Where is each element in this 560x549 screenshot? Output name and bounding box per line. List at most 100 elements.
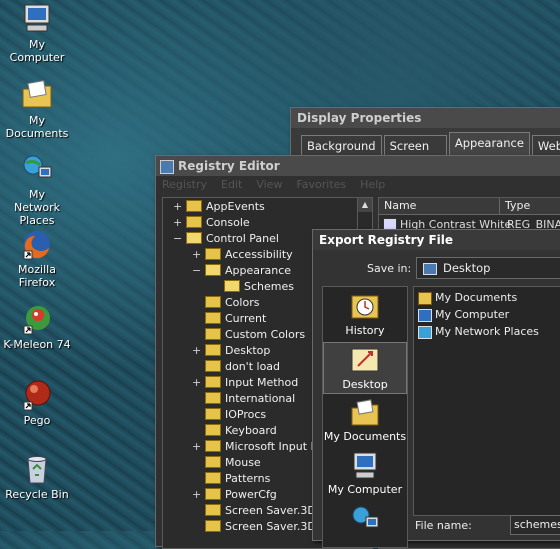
tree-node[interactable]: Custom Colors [192,327,305,343]
place-label: My Computer [327,483,403,496]
tree-node[interactable]: − Appearance [192,263,291,279]
menu-edit[interactable]: Edit [221,176,242,194]
k-meleon-icon [21,303,53,335]
tree-node[interactable]: Screen Saver.3DF [192,519,322,535]
desktop-icon-label: My Documents [5,114,69,140]
save-in-dropdown[interactable]: Desktop [416,257,560,279]
folder-icon [186,200,202,212]
list-item[interactable]: My Computer [418,307,509,323]
place-desktop[interactable]: Desktop [323,342,407,394]
desktop-icon-mozilla-firefox[interactable]: Mozilla Firefox [0,228,74,289]
file-name-input[interactable]: schemes [510,515,560,535]
tree-node[interactable]: don't load [192,359,280,375]
menu-view[interactable]: View [256,176,282,194]
folder-icon [205,296,221,308]
tab-appearance[interactable]: Appearance [448,132,530,156]
desktop-icon-my-network-places[interactable]: My Network Places [0,153,74,227]
folder-open-icon [205,264,221,276]
desktop-icon-label: Mozilla Firefox [18,263,56,289]
tab-background[interactable]: Background [301,135,382,156]
folder-documents-icon [21,79,53,111]
regedit-icon [160,159,174,174]
desktop-icon-my-documents[interactable]: My Documents [0,79,74,140]
tree-node[interactable]: + AppEvents [173,199,265,215]
list-item[interactable]: My Documents [418,290,517,306]
place-my-network-places[interactable] [323,501,407,541]
computer-icon [21,3,53,35]
tab-screen-saver[interactable]: Screen Saver [383,135,447,169]
pego-icon [21,379,53,411]
folder-icon [205,504,221,516]
desktop-icon [350,346,380,376]
tree-node[interactable]: Mouse [192,455,261,471]
desktop-icon-label: Pego [23,414,51,427]
folder-icon [205,344,221,356]
desktop-icon-recycle-bin[interactable]: Recycle Bin [0,453,74,501]
folder-icon [186,216,202,228]
place-history[interactable]: History [323,289,407,339]
tree-node[interactable]: Patterns [192,471,270,487]
menu-help[interactable]: Help [360,176,385,194]
folder-icon [205,312,221,324]
folder-icon [205,424,221,436]
dialog-title[interactable]: Export Registry File [313,230,560,250]
firefox-icon [21,228,53,260]
desktop-icon-label: My Network Places [14,188,60,227]
tab-strip: Background Screen Saver Appearance Web [301,132,560,169]
window-title[interactable]: Registry Editor [156,156,560,176]
desktop-icon-label: K-Meleon 74 [3,338,71,351]
folder-icon [205,520,221,532]
folder-icon [205,488,221,500]
window-title[interactable]: Display Properties [291,108,560,128]
network-icon [350,504,380,534]
folder-icon [205,360,221,372]
menu-favorites[interactable]: Favorites [296,176,346,194]
file-list: My Documents My Computer My Network Plac… [413,286,560,516]
tree-node[interactable]: Keyboard [192,423,277,439]
recycle-bin-icon [21,453,53,485]
tree-node[interactable]: − Control Panel [173,231,279,247]
desktop-icon-label: My Computer [9,38,65,64]
window-title-text: Registry Editor [178,159,280,173]
scroll-up-arrow-icon[interactable]: ▲ [358,198,372,212]
place-my-documents[interactable]: My Documents [323,395,407,445]
menu-bar: Registry Edit View Favorites Help [156,176,560,194]
folder-icon [205,472,221,484]
tree-node[interactable]: + PowerCfg [192,487,277,503]
tree-node[interactable]: + Console [173,215,250,231]
tree-node[interactable]: + Input Method [192,375,298,391]
tree-node[interactable]: Schemes [211,279,294,295]
tree-node[interactable]: + Microsoft Input D [192,439,319,455]
folder-icon [205,376,221,388]
desktop-icon-pego[interactable]: Pego [0,379,74,427]
folder-documents-icon [350,398,380,428]
tab-web[interactable]: Web [531,135,560,156]
folder-open-icon [224,280,240,292]
menu-registry[interactable]: Registry [162,176,207,194]
export-registry-file-dialog: Export Registry File Save in: Desktop Hi… [312,229,560,548]
tree-node[interactable]: + Desktop [192,343,270,359]
tree-node[interactable]: Screen Saver.3DF [192,503,322,519]
folder-icon [205,408,221,420]
tree-node[interactable]: Current [192,311,266,327]
tree-node[interactable]: Colors [192,295,259,311]
desktop-icon-k-meleon[interactable]: K-Meleon 74 [0,303,74,351]
folder-icon [205,456,221,468]
desktop-icon [423,262,437,275]
tree-node[interactable]: + Accessibility [192,247,293,263]
places-bar: History Desktop My Documents My Computer [322,286,408,548]
place-my-computer[interactable]: My Computer [323,448,407,498]
list-item[interactable]: My Network Places [418,324,539,340]
desktop-icon-my-computer[interactable]: My Computer [0,3,74,64]
file-name-label: File name: [415,519,472,532]
tree-node[interactable]: IOProcs [192,407,266,423]
desktop-icon-label: Recycle Bin [5,488,69,501]
save-in-label: Save in: [367,262,412,275]
folder-open-icon [186,232,202,244]
tree-node[interactable]: International [192,391,295,407]
place-label: My Documents [323,430,407,443]
column-header-name[interactable]: Name [379,198,500,215]
column-header-type[interactable]: Type [500,198,560,215]
computer-icon [350,451,380,481]
place-label: Desktop [342,378,388,391]
